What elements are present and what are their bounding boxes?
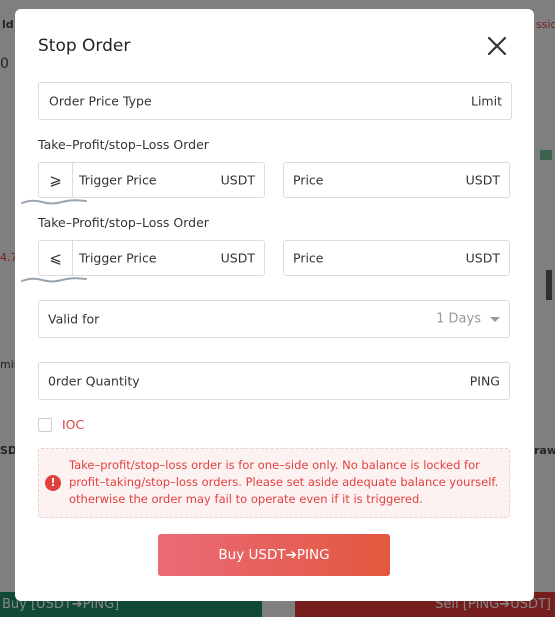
less-equal-icon: ⩽: [39, 241, 73, 275]
trigger-price-unit: USDT: [220, 250, 255, 266]
order-price-type-select[interactable]: Order Price Type Limit: [38, 82, 512, 120]
handwritten-annotation: [21, 277, 87, 283]
dialog-title: Stop Order: [38, 36, 131, 56]
close-icon[interactable]: [485, 34, 509, 58]
greater-equal-icon: ⩾: [39, 163, 73, 197]
valid-for-label: Valid for: [48, 311, 100, 327]
take-profit-price-input[interactable]: Price USDT: [283, 162, 510, 198]
stop-loss-trigger-price-input[interactable]: ⩽ Trigger Price USDT: [38, 240, 265, 276]
take-profit-trigger-price-input[interactable]: ⩾ Trigger Price USDT: [38, 162, 265, 198]
warning-text: Take–profit/stop–loss order is for one–s…: [69, 458, 499, 506]
valid-for-value: 1 Days: [436, 311, 481, 327]
order-quantity-input[interactable]: 0rder Quantity PING: [38, 362, 510, 400]
ioc-label[interactable]: IOC: [62, 417, 84, 432]
stop-loss-price-input[interactable]: Price USDT: [283, 240, 510, 276]
take-profit-section-label: Take–Profit/stop–Loss Order: [38, 137, 209, 152]
price-label: Price: [293, 250, 324, 266]
trigger-price-label: Trigger Price: [79, 172, 157, 188]
price-unit: USDT: [465, 172, 500, 188]
warning-notice: ! Take–profit/stop–loss order is for one…: [38, 448, 510, 518]
trigger-price-label: Trigger Price: [79, 250, 157, 266]
valid-for-select[interactable]: Valid for 1 Days: [38, 300, 510, 338]
trigger-price-unit: USDT: [220, 172, 255, 188]
stop-order-dialog: Stop Order Order Price Type Limit Take–P…: [15, 9, 534, 601]
stop-loss-section-label: Take–Profit/stop–Loss Order: [38, 215, 209, 230]
order-quantity-unit: PING: [469, 373, 500, 389]
exclamation-icon: !: [45, 475, 61, 491]
order-price-type-value: Limit: [471, 93, 502, 109]
handwritten-annotation: [21, 199, 87, 205]
price-unit: USDT: [465, 250, 500, 266]
buy-submit-button[interactable]: Buy USDT➔PING: [158, 534, 390, 576]
ioc-checkbox[interactable]: [38, 418, 52, 432]
order-quantity-label: 0rder Quantity: [48, 373, 140, 389]
chevron-down-icon: [490, 317, 500, 322]
price-label: Price: [293, 172, 324, 188]
order-price-type-label: Order Price Type: [49, 93, 152, 109]
